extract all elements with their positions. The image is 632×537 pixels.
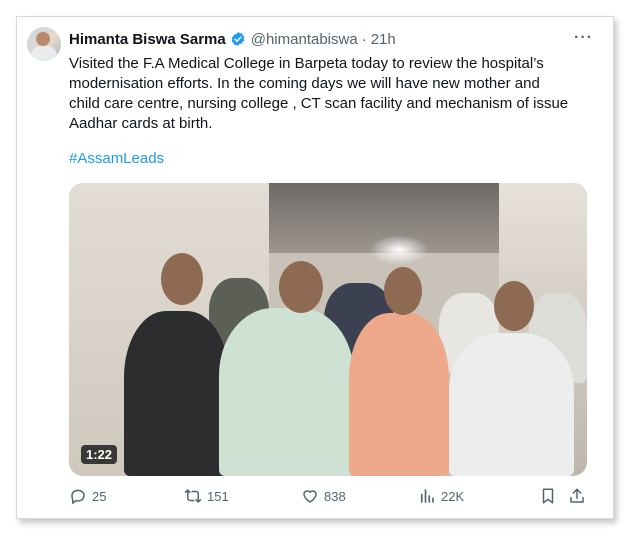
like-button[interactable]: 838 [301,487,346,505]
views-count: 22K [441,488,465,504]
avatar-body-shape [31,46,57,61]
retweet-icon [184,489,202,503]
tweet-timestamp[interactable]: 21h [371,31,396,48]
video-person-head [384,267,422,315]
video-person-center [219,308,354,476]
separator-dot: · [361,30,367,48]
action-bar: 25 151 838 22K [69,487,589,509]
avatar-head-shape [36,32,50,46]
video-person-head [161,253,203,305]
share-button[interactable] [568,487,591,505]
more-options-icon[interactable]: ··· [574,29,593,47]
tweet-text: Visited the F.A Medical College in Barpe… [69,55,569,132]
video-player[interactable]: 1:22 [69,183,587,476]
tweet-header: Himanta Biswa Sarma @himantabiswa · 21h [69,29,396,49]
video-duration-badge: 1:22 [81,445,118,464]
views-icon [420,489,434,503]
video-person-head [279,261,323,313]
hashtag-link[interactable]: #AssamLeads [69,150,164,167]
bookmark-icon [542,488,554,504]
share-icon [570,488,584,503]
video-person-right [449,333,574,476]
retweet-count: 151 [207,488,229,504]
verified-badge-icon [231,32,245,46]
author-handle[interactable]: @himantabiswa [251,31,358,48]
video-person-head [494,281,534,331]
tweet-card[interactable]: Himanta Biswa Sarma @himantabiswa · 21h … [16,16,614,519]
video-person-left [124,311,229,476]
author-name[interactable]: Himanta Biswa Sarma [69,31,226,48]
reply-icon [71,489,85,504]
video-scene-light [369,235,429,265]
reply-button[interactable]: 25 [69,487,106,505]
reply-count: 25 [92,488,107,504]
avatar[interactable] [27,27,61,61]
like-count: 838 [324,488,346,504]
bookmark-button[interactable] [539,487,562,505]
heart-icon [303,490,317,503]
video-person-pink [349,313,449,476]
retweet-button[interactable]: 151 [184,487,229,505]
views-button[interactable]: 22K [418,487,464,505]
